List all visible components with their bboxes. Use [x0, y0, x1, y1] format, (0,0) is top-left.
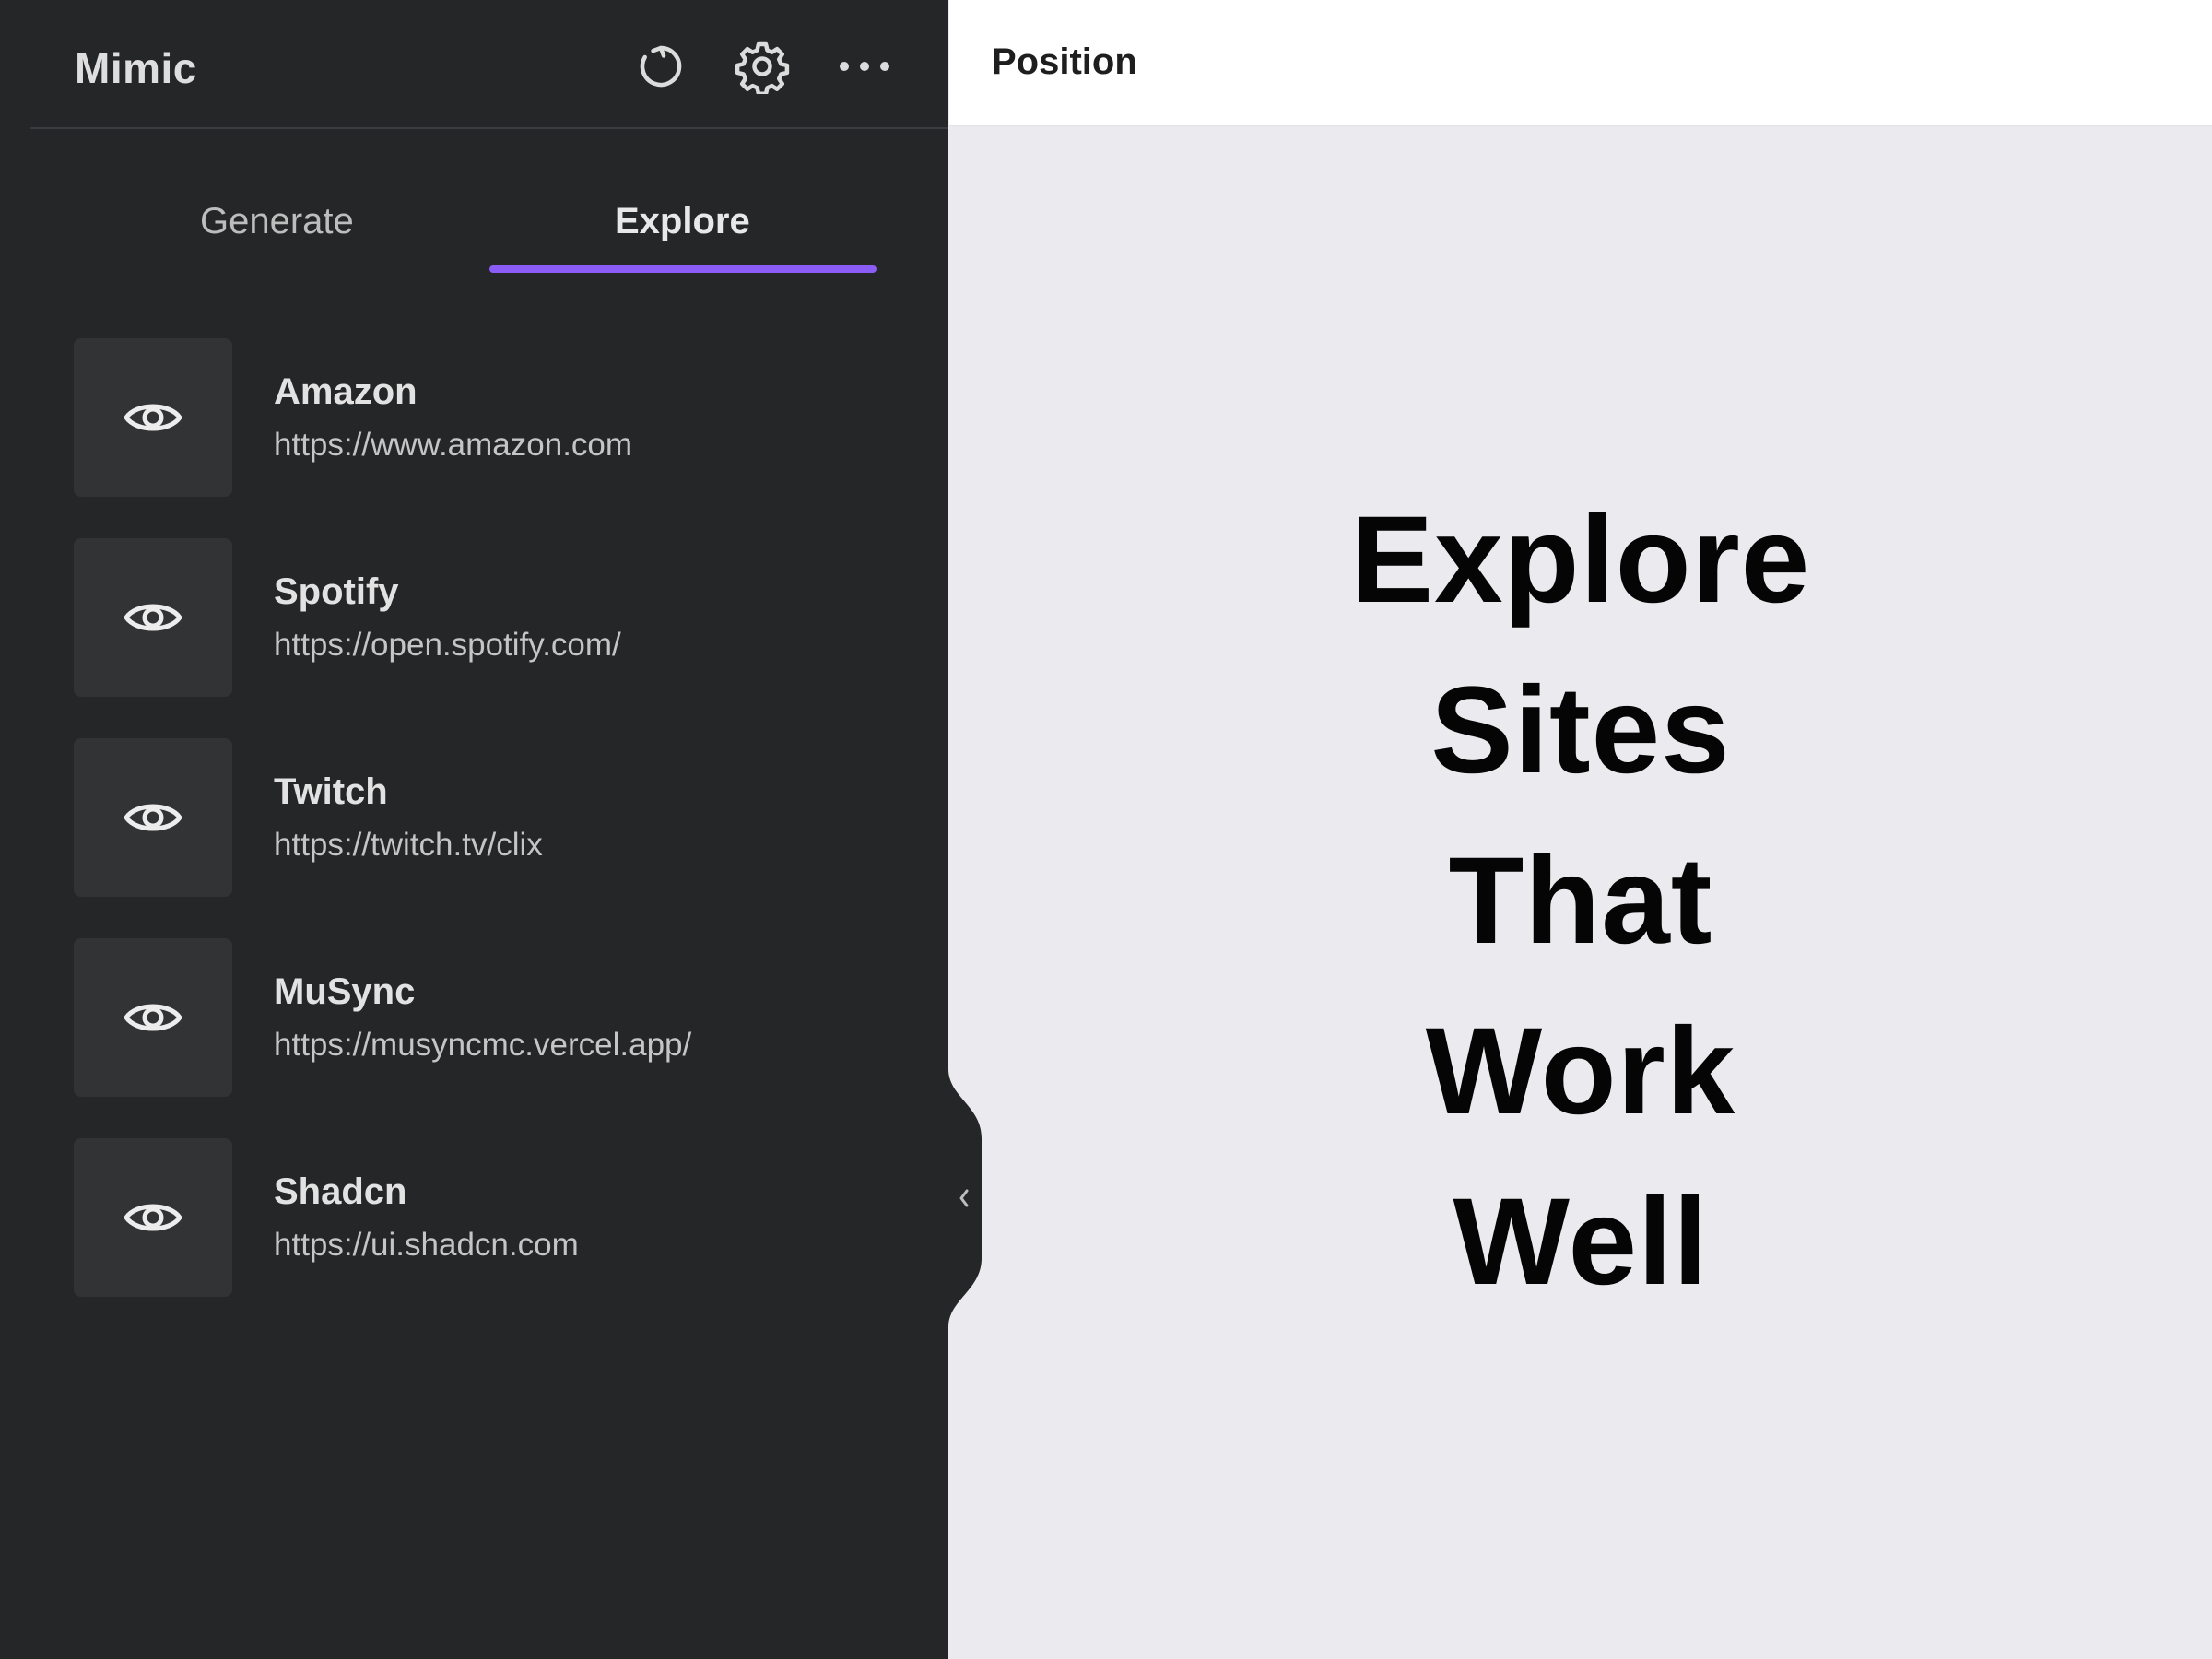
list-item[interactable]: Twitch https://twitch.tv/clix [74, 738, 940, 897]
site-thumbnail[interactable] [74, 738, 232, 897]
site-name: Amazon [274, 371, 418, 412]
hero-text-block: Explore Sites That Work Well [949, 125, 2212, 1659]
list-item[interactable]: Amazon https://www.amazon.com [74, 338, 940, 497]
site-url: https://open.spotify.com/ [274, 627, 621, 663]
site-name: Twitch [274, 771, 388, 812]
site-url: https://www.amazon.com [274, 427, 633, 463]
hero-line: Sites [1430, 662, 1731, 799]
refresh-icon[interactable] [631, 37, 690, 96]
site-thumbnail[interactable] [74, 538, 232, 697]
hero-line: That [1448, 832, 1713, 970]
hero-line: Explore [1350, 491, 1811, 629]
site-name: Spotify [274, 571, 399, 612]
tab-bar: Generate Explore [0, 129, 948, 276]
tab-explore[interactable]: Explore [615, 201, 750, 242]
site-thumbnail[interactable] [74, 938, 232, 1097]
top-toolbar: Position [949, 0, 2212, 126]
site-name: MuSync [274, 971, 416, 1012]
list-item[interactable]: Shadcn https://ui.shadcn.com [74, 1138, 940, 1297]
tab-generate[interactable]: Generate [200, 201, 354, 242]
main-canvas: Position Explore Sites That Work Well [949, 0, 2212, 1659]
site-url: https://ui.shadcn.com [274, 1227, 579, 1263]
site-url: https://twitch.tv/clix [274, 827, 543, 863]
more-horizontal-icon[interactable] [835, 37, 894, 96]
eye-icon [124, 1004, 182, 1031]
site-thumbnail[interactable] [74, 1138, 232, 1297]
sidebar-header: Mimic [30, 0, 948, 129]
hero-line: Well [1453, 1173, 1709, 1311]
eye-icon [124, 1204, 182, 1231]
site-url: https://musyncmc.vercel.app/ [274, 1027, 692, 1063]
site-list: Amazon https://www.amazon.com Spotify ht… [74, 338, 940, 1338]
site-thumbnail[interactable] [74, 338, 232, 497]
gear-icon[interactable] [733, 37, 792, 96]
list-item[interactable]: Spotify https://open.spotify.com/ [74, 538, 940, 697]
site-name: Shadcn [274, 1171, 407, 1212]
eye-icon [124, 604, 182, 631]
position-button[interactable]: Position [992, 41, 1137, 83]
list-item[interactable]: MuSync https://musyncmc.vercel.app/ [74, 938, 940, 1097]
app-title: Mimic [75, 44, 197, 92]
eye-icon [124, 404, 182, 431]
hero-line: Work [1425, 1003, 1736, 1140]
eye-icon [124, 804, 182, 831]
sidebar-panel: Mimic Generate Explore Amazon https://ww… [0, 0, 948, 1659]
active-tab-indicator [489, 265, 877, 273]
